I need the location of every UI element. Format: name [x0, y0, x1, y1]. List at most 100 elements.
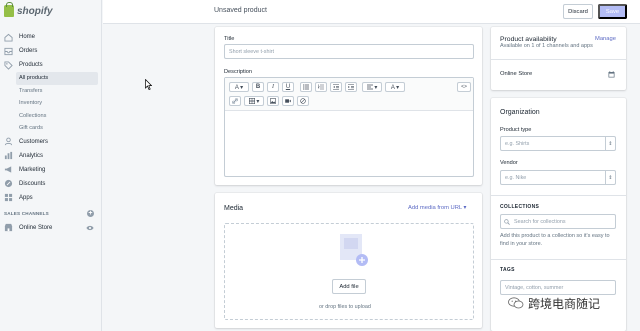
- sales-channels-header: SALES CHANNELS +: [0, 207, 102, 221]
- online-store-channel: Online Store: [500, 71, 533, 77]
- mouse-cursor-icon: [145, 79, 152, 90]
- add-media-from-url-link[interactable]: Add media from URL ▾: [408, 205, 466, 211]
- align-dropdown-button[interactable]: ▾: [362, 82, 382, 92]
- media-card: Media Add media from URL ▾ Add file or d…: [215, 193, 482, 328]
- description-label: Description: [224, 69, 252, 75]
- underline-button[interactable]: U: [282, 82, 294, 92]
- bulleted-list-icon: [303, 84, 309, 90]
- sidebar-item-label: Customers: [19, 138, 49, 145]
- outdent-button[interactable]: [330, 82, 342, 92]
- description-editor[interactable]: A ▾ B I U ▾ A ▾ <> ▾: [224, 77, 474, 177]
- sidebar-subitem-inventory[interactable]: Inventory: [0, 97, 102, 110]
- discard-button[interactable]: Discard: [563, 4, 593, 19]
- sidebar-item-products[interactable]: Products: [0, 58, 102, 72]
- vendor-placeholder: e.g. Nike: [505, 174, 527, 181]
- show-html-button[interactable]: <>: [457, 82, 471, 92]
- view-store-eye-icon[interactable]: [86, 225, 94, 231]
- title-label: Title: [224, 36, 235, 42]
- sidebar-subitem-label: Transfers: [19, 87, 43, 94]
- sidebar-subitem-label: Gift cards: [19, 125, 43, 132]
- organization-divider: [491, 195, 626, 196]
- insert-table-button[interactable]: ▾: [244, 96, 264, 106]
- orders-icon: [4, 47, 13, 56]
- sidebar-subitem-label: All products: [19, 75, 49, 82]
- bold-button[interactable]: B: [252, 82, 264, 92]
- sidebar-item-discounts[interactable]: Discounts: [0, 177, 102, 191]
- brand-name: shopify: [17, 5, 53, 17]
- watermark-text: 跨境电商随记: [528, 296, 601, 311]
- sales-channels-label: SALES CHANNELS: [4, 211, 49, 216]
- product-type-input[interactable]: e.g. Shirts ⇕: [500, 136, 616, 151]
- sidebar-subitem-all-products[interactable]: All products: [16, 72, 98, 85]
- save-button[interactable]: Save: [598, 4, 627, 19]
- sidebar-subitem-collections[interactable]: Collections: [0, 110, 102, 123]
- top-bar: Unsaved product Discard Save: [103, 0, 640, 24]
- text-color-dropdown-button[interactable]: A ▾: [385, 82, 405, 92]
- search-icon: [504, 218, 510, 225]
- insert-image-button[interactable]: [267, 96, 279, 106]
- italic-button[interactable]: I: [267, 82, 279, 92]
- format-dropdown-button[interactable]: A ▾: [229, 82, 249, 92]
- table-icon: [248, 98, 255, 104]
- main-nav: Home Orders Products All products Transf…: [0, 30, 102, 235]
- sidebar: shopify Home Orders Products All product…: [0, 0, 102, 331]
- tag-icon: [4, 60, 13, 70]
- wechat-icon: [508, 297, 524, 309]
- organization-heading: Organization: [500, 109, 540, 116]
- collections-heading: COLLECTIONS: [500, 204, 540, 210]
- media-heading: Media: [224, 205, 244, 212]
- insert-link-button[interactable]: [229, 96, 241, 106]
- insert-video-button[interactable]: [282, 96, 294, 106]
- add-file-label: Add file: [339, 283, 359, 290]
- vendor-input[interactable]: e.g. Nike ⇕: [500, 170, 616, 185]
- sidebar-subitem-gift-cards[interactable]: Gift cards: [0, 122, 102, 135]
- sidebar-item-label: Online Store: [19, 224, 53, 231]
- calendar-icon[interactable]: [608, 71, 615, 78]
- title-input[interactable]: Short sleeve t-shirt: [224, 44, 474, 59]
- clear-formatting-button[interactable]: [297, 96, 309, 106]
- product-details-card: Title Short sleeve t-shirt Description A…: [215, 27, 482, 185]
- link-icon: [232, 98, 238, 104]
- add-channel-plus-icon[interactable]: +: [87, 210, 94, 217]
- sidebar-item-label: Orders: [19, 48, 38, 54]
- online-store-wrap: Online Store: [4, 223, 52, 232]
- add-file-button[interactable]: Add file: [332, 279, 366, 294]
- manage-availability-link[interactable]: Manage: [595, 36, 616, 42]
- sidebar-item-online-store[interactable]: Online Store: [0, 221, 102, 235]
- tags-divider: [491, 259, 626, 260]
- sidebar-item-home[interactable]: Home: [0, 30, 102, 44]
- availability-subtext: Available on 1 of 1 channels and apps: [500, 43, 593, 49]
- product-availability-card: Product availability Manage Available on…: [491, 27, 626, 90]
- page-title: Unsaved product: [214, 7, 267, 14]
- shopify-logo[interactable]: shopify: [4, 2, 53, 19]
- tags-placeholder: Vintage, cotton, summer: [505, 284, 564, 291]
- customers-icon: [4, 137, 13, 146]
- sidebar-item-apps[interactable]: Apps: [0, 191, 102, 205]
- home-icon: [4, 33, 13, 42]
- drop-files-text: or drop files to upload: [319, 304, 371, 310]
- upload-image-icon: [340, 234, 368, 266]
- sidebar-subitem-transfers[interactable]: Transfers: [0, 85, 102, 98]
- availability-divider: [491, 59, 626, 60]
- media-dropzone[interactable]: Add file or drop files to upload: [224, 223, 474, 320]
- sidebar-item-label: Home: [19, 34, 36, 40]
- image-icon: [270, 98, 276, 104]
- sidebar-subitem-label: Collections: [19, 112, 47, 119]
- sidebar-item-customers[interactable]: Customers: [0, 135, 102, 149]
- align-left-icon: [366, 84, 373, 90]
- numbered-list-button[interactable]: [315, 82, 327, 92]
- tags-heading: TAGS: [500, 267, 515, 273]
- sidebar-item-orders[interactable]: Orders: [0, 44, 102, 58]
- sidebar-item-analytics[interactable]: Analytics: [0, 149, 102, 163]
- sidebar-item-label: Marketing: [19, 166, 46, 173]
- discounts-icon: [4, 179, 13, 188]
- title-placeholder: Short sleeve t-shirt: [229, 48, 274, 55]
- clear-format-icon: [300, 98, 306, 104]
- bulleted-list-button[interactable]: [300, 82, 312, 92]
- product-type-placeholder: e.g. Shirts: [505, 140, 530, 147]
- sidebar-item-marketing[interactable]: Marketing: [0, 163, 102, 177]
- sidebar-item-label: Apps: [19, 194, 33, 201]
- collections-search-input[interactable]: Search for collections: [500, 214, 616, 229]
- indent-button[interactable]: [345, 82, 357, 92]
- outdent-icon: [333, 84, 339, 90]
